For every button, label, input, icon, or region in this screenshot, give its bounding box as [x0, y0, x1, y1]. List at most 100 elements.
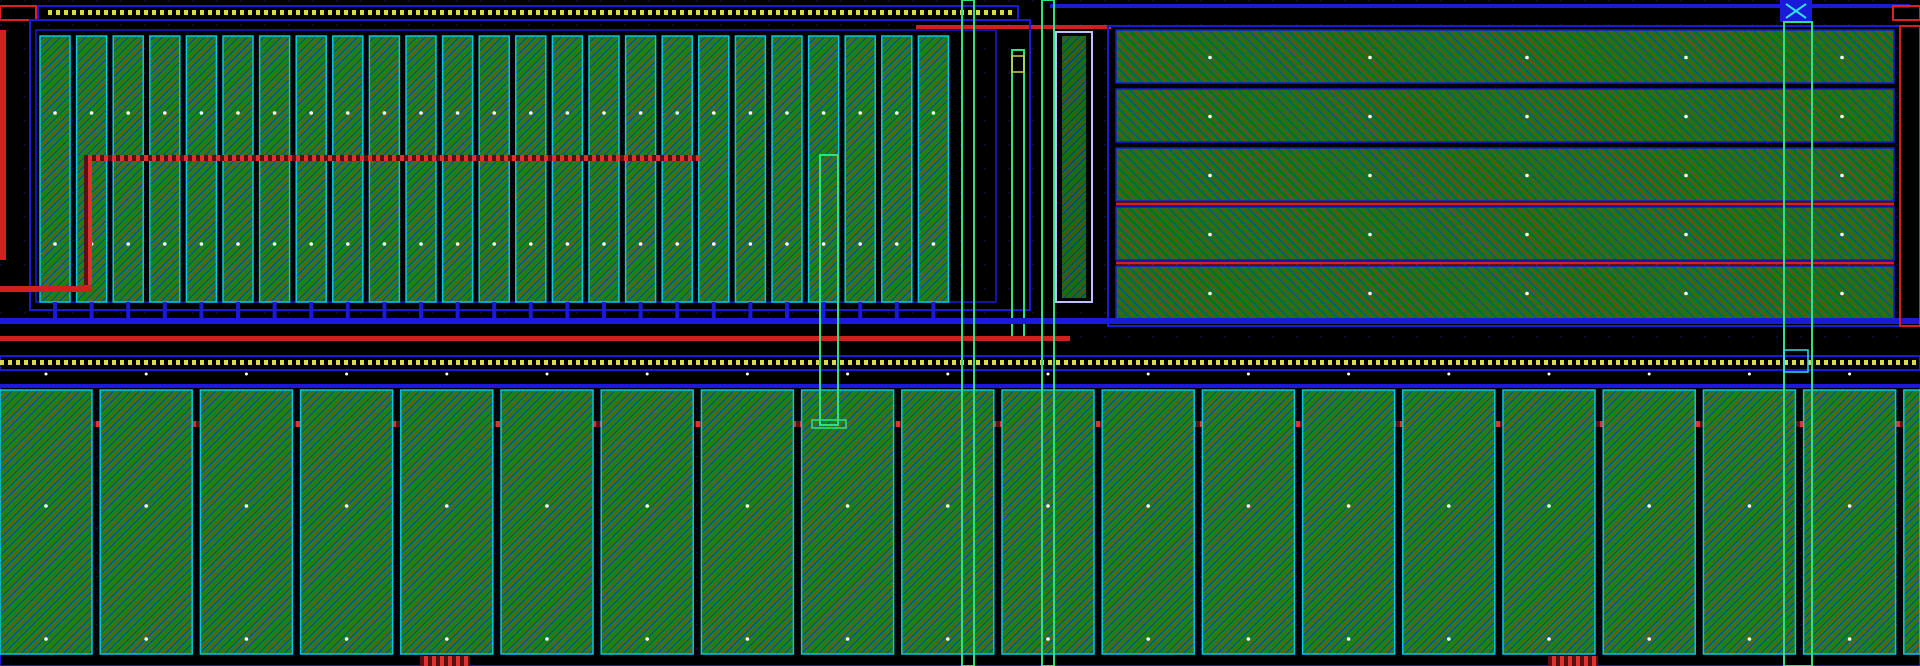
- finger-upper-left: [185, 35, 218, 303]
- contact-dot: [1647, 372, 1651, 376]
- contact-dot: [1146, 504, 1150, 508]
- finger-upper-left: [661, 35, 693, 303]
- finger-upper-left: [734, 35, 767, 303]
- contact-dot: [1848, 372, 1852, 376]
- contact-dot: [946, 637, 950, 641]
- contact-dot: [1525, 291, 1529, 296]
- bar-upper-right: [1115, 206, 1895, 261]
- contact-dot: [858, 242, 862, 246]
- contact-dot: [565, 242, 570, 246]
- finger-upper-left: [441, 35, 474, 303]
- contact-dot: [1747, 504, 1752, 508]
- finger-upper-left: [698, 35, 730, 303]
- contact-dot: [346, 242, 350, 246]
- contact-dot: [745, 372, 749, 376]
- contact-dot: [1046, 372, 1050, 376]
- finger-lower: [1001, 389, 1095, 655]
- contact-dot: [53, 242, 57, 246]
- contact-dot: [602, 111, 606, 115]
- finger-lower: [901, 389, 995, 655]
- contact-dot: [545, 637, 549, 641]
- contact-dot: [244, 372, 248, 376]
- finger-lower: [400, 389, 494, 655]
- contact-dot: [645, 504, 649, 508]
- contact-dot: [645, 637, 649, 641]
- contact-dot: [1647, 504, 1651, 508]
- contact-dot: [1368, 232, 1372, 237]
- contact-dot: [44, 504, 48, 508]
- contact-dot: [1840, 232, 1844, 237]
- contact-dot: [1684, 232, 1688, 237]
- finger-upper-left: [295, 35, 327, 303]
- contact-dot: [236, 111, 240, 115]
- contact-dot: [455, 242, 460, 246]
- contact-dot: [1547, 504, 1551, 508]
- contact-dot: [712, 111, 716, 115]
- contact-dot: [712, 242, 716, 246]
- contact-dot: [1547, 372, 1551, 376]
- contact-dot: [895, 111, 899, 115]
- contact-dot: [748, 111, 753, 115]
- contact-dot: [529, 111, 533, 115]
- contact-dot: [846, 372, 850, 376]
- contact-dot: [1684, 55, 1688, 60]
- layout-canvas: [0, 0, 1920, 666]
- contact-dot: [675, 111, 679, 115]
- contact-dot: [1684, 173, 1688, 178]
- finger-upper-left: [368, 35, 401, 303]
- contact-dot: [1346, 637, 1351, 641]
- contact-dot: [345, 372, 349, 376]
- finger-upper-left: [258, 35, 291, 303]
- contact-dot: [1847, 504, 1852, 508]
- contact-dot: [163, 111, 167, 115]
- contact-dot: [785, 111, 789, 115]
- finger-upper-left: [39, 35, 71, 303]
- contact-dot: [1368, 173, 1372, 178]
- finger-lower: [1101, 389, 1195, 655]
- contact-dot: [1246, 637, 1251, 641]
- contact-dot: [1747, 372, 1751, 376]
- contact-dot: [1847, 637, 1852, 641]
- contact-dot: [44, 372, 48, 376]
- contact-dot: [492, 111, 497, 115]
- finger-upper-left: [588, 35, 620, 303]
- contact-dot: [931, 242, 936, 246]
- contact-dot: [1525, 114, 1529, 119]
- finger-upper-left: [332, 35, 364, 303]
- contact-dot: [565, 111, 570, 115]
- contact-dot: [144, 372, 148, 376]
- contact-dot: [445, 372, 449, 376]
- contact-dot: [344, 504, 349, 508]
- contact-dot: [1146, 637, 1150, 641]
- contact-dot: [1146, 372, 1150, 376]
- contact-dot: [1246, 372, 1250, 376]
- contact-dot: [346, 111, 350, 115]
- contact-dot: [845, 637, 850, 641]
- finger-lower: [99, 389, 193, 655]
- contact-dot: [845, 504, 850, 508]
- contact-dot: [1208, 291, 1212, 296]
- contact-dot: [931, 111, 936, 115]
- finger-lower: [1802, 389, 1897, 655]
- contact-dot: [272, 111, 277, 115]
- contact-dot: [1447, 637, 1451, 641]
- finger-upper-left: [844, 35, 876, 303]
- contact-dot: [1346, 504, 1351, 508]
- finger-upper-left: [771, 35, 803, 303]
- finger-upper-left: [149, 35, 181, 303]
- contact-dot: [309, 111, 314, 115]
- contact-dot: [1547, 637, 1551, 641]
- contact-dot: [946, 504, 950, 508]
- contact-dot: [1208, 232, 1212, 237]
- contact-dot: [858, 111, 862, 115]
- finger-upper-left: [807, 35, 840, 303]
- contact-dot: [445, 637, 449, 641]
- contact-dot: [126, 242, 130, 246]
- contact-dot: [1840, 291, 1844, 296]
- contact-dot: [144, 504, 148, 508]
- contact-dot: [1347, 372, 1351, 376]
- contact-dot: [946, 372, 950, 376]
- finger-upper-left: [112, 35, 144, 303]
- contact-dot: [1368, 291, 1372, 296]
- contact-dot: [545, 372, 549, 376]
